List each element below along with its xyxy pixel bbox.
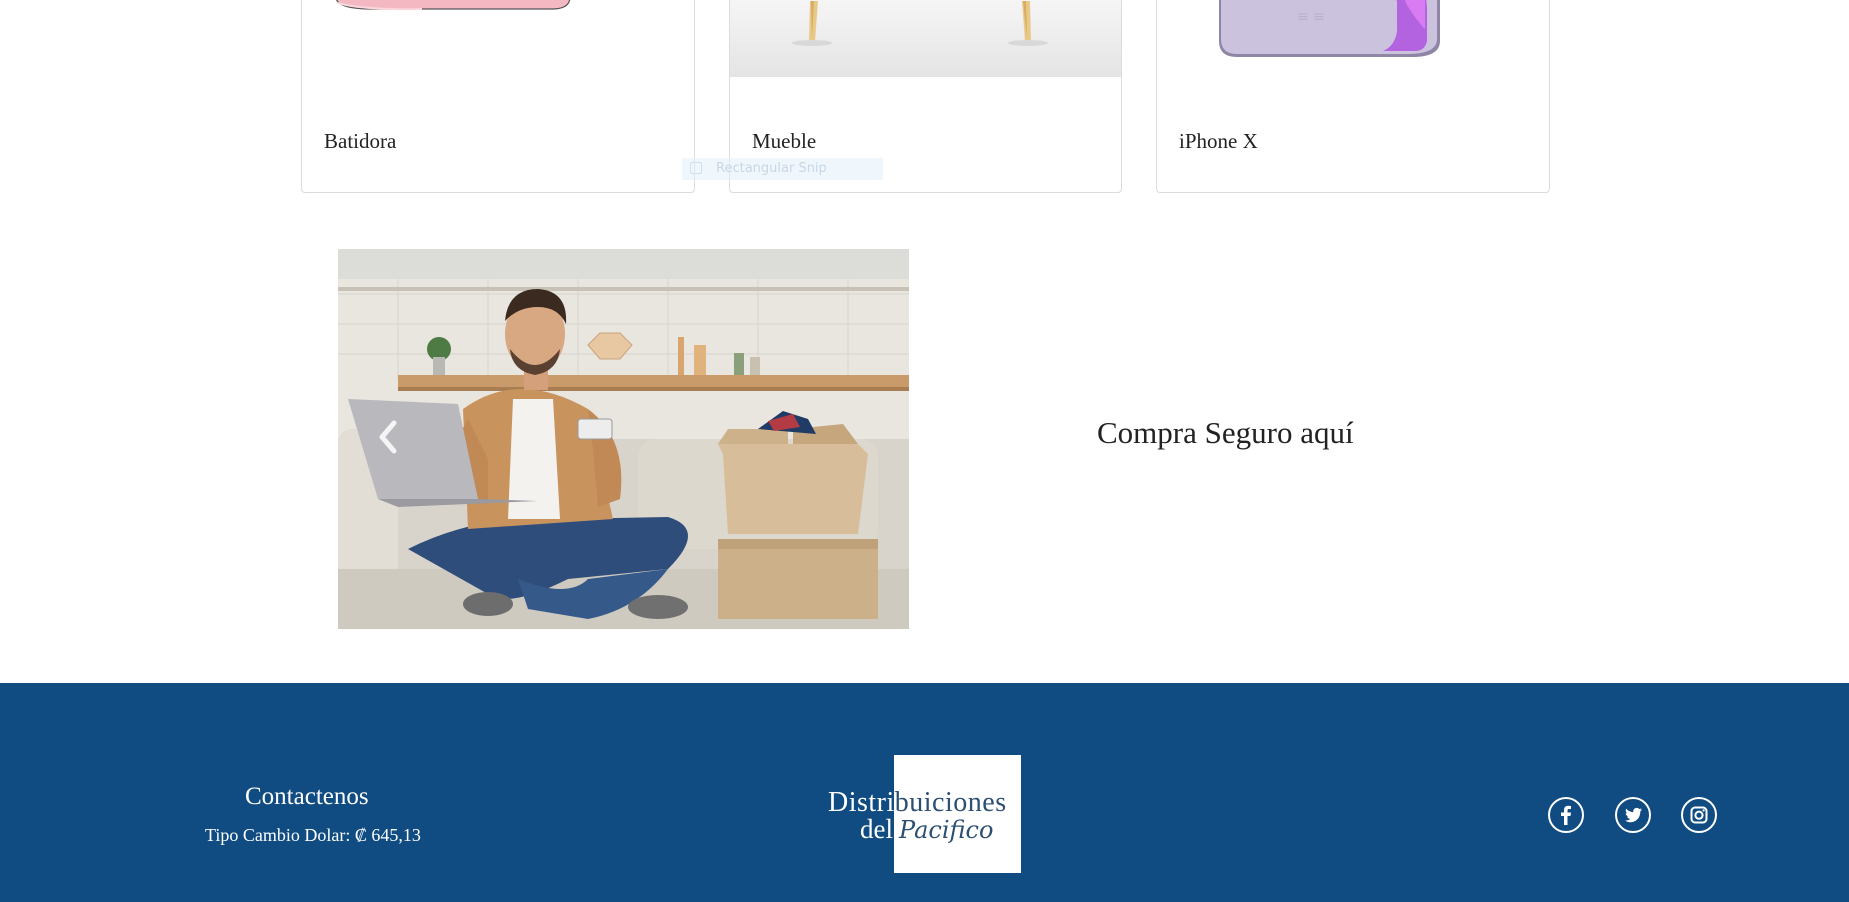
chair-image[interactable] — [730, 0, 1121, 78]
instagram-icon-glyph — [1690, 806, 1708, 824]
svg-text:≡ ≡: ≡ ≡ — [1297, 9, 1325, 25]
chevron-left-icon — [379, 420, 397, 454]
product-card-batidora[interactable]: Batidora — [301, 0, 695, 193]
facebook-icon-glyph — [1561, 805, 1571, 825]
facebook-icon[interactable] — [1548, 797, 1584, 833]
product-title[interactable]: Mueble — [752, 129, 816, 154]
logo-script-text: Pacifico — [899, 816, 994, 844]
logo-text-part: del — [860, 814, 893, 844]
instagram-icon[interactable] — [1681, 797, 1717, 833]
twitter-icon-glyph — [1625, 807, 1642, 823]
footer: Contactenos Tipo Cambio Dolar: ₡ 645,13 … — [0, 683, 1849, 902]
promo-carousel[interactable] — [338, 249, 909, 629]
exchange-rate: Tipo Cambio Dolar: ₡ 645,13 — [205, 825, 421, 845]
logo-text-line2[interactable]: del Pacifico — [860, 814, 993, 845]
man-online-shopping-photo — [338, 249, 909, 629]
promo-heading: Compra Seguro aquí — [1097, 415, 1354, 450]
snip-icon — [690, 162, 702, 174]
mixer-image[interactable] — [302, 0, 694, 78]
product-title[interactable]: iPhone X — [1179, 129, 1258, 154]
phone-image[interactable]: ≡ ≡ — [1157, 0, 1549, 78]
rectangular-snip-overlay: Rectangular Snip — [682, 158, 883, 180]
product-card-iphone-x[interactable]: ≡ ≡ iPhone X — [1156, 0, 1550, 193]
page: Batidora Mueble ≡ ≡ iPhone X Rectangular… — [0, 0, 1849, 902]
snip-label: Rectangular Snip — [716, 161, 827, 176]
contact-title[interactable]: Contactenos — [245, 783, 369, 811]
carousel-prev-button[interactable] — [368, 409, 408, 465]
twitter-icon[interactable] — [1615, 797, 1651, 833]
product-title[interactable]: Batidora — [324, 129, 396, 154]
